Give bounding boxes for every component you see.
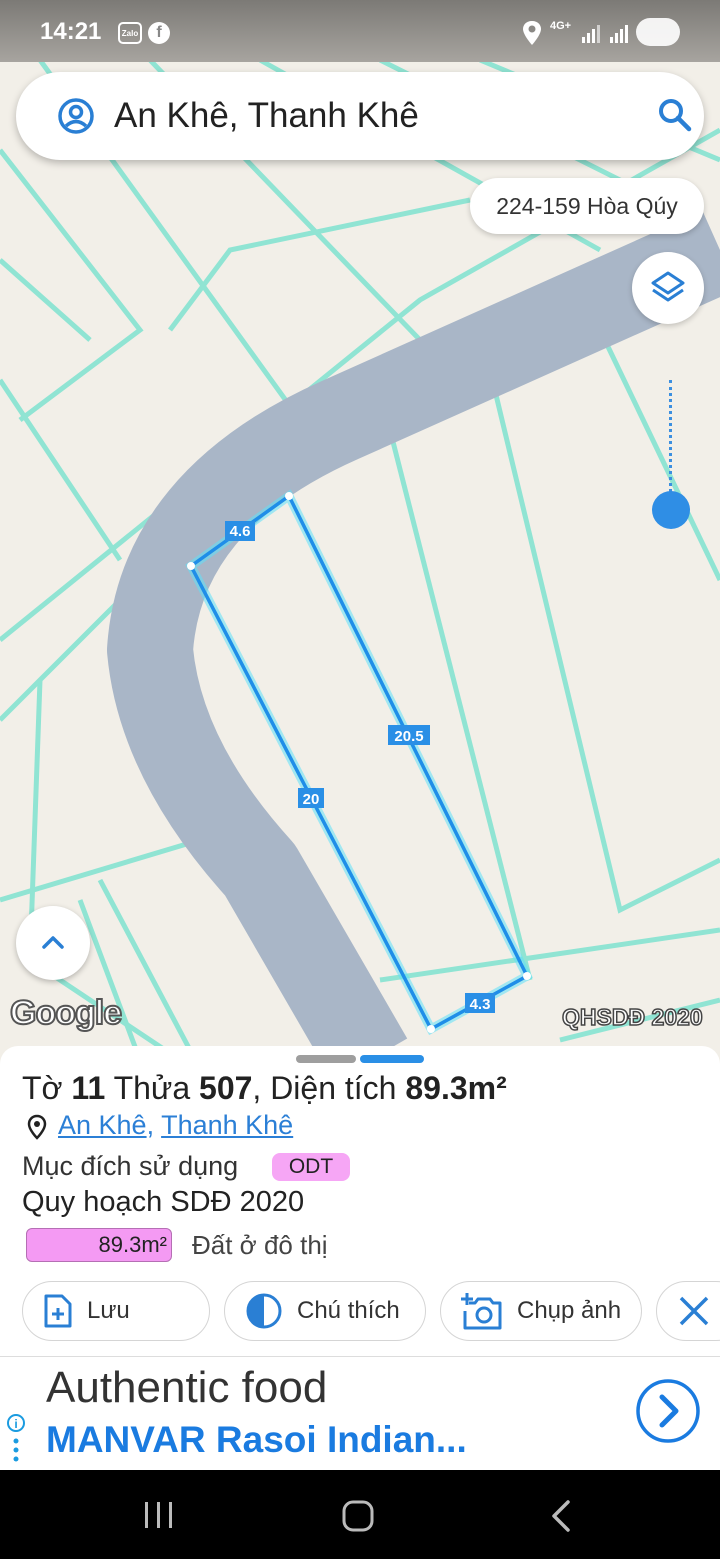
planning-land-type: Đất ở đô thị [192,1230,328,1260]
edge-label-top: 4.6 [230,523,251,540]
address-chip[interactable]: 224-159 Hòa Qúy [470,178,704,234]
parcel-number: 507 [199,1070,253,1106]
ad-info-icon[interactable]: i [6,1413,26,1465]
map-layer-label: QHSDĐ 2020 [561,1003,703,1031]
facebook-icon: f [148,22,170,44]
sheet-handle[interactable] [296,1055,356,1063]
svg-text:i: i [14,1417,17,1431]
ad-title[interactable]: Authentic food [46,1363,327,1413]
google-logo: Google [9,993,123,1033]
recent-apps-icon[interactable] [142,1500,176,1530]
account-icon[interactable] [56,96,96,136]
contrast-icon [246,1293,282,1329]
edge-label-bottom: 4.3 [470,996,491,1013]
battery-icon [636,18,680,46]
ward-link[interactable]: An Khê [58,1110,147,1140]
search-input[interactable]: An Khê, Thanh Khê [114,96,419,136]
zalo-icon: Zalo [118,22,142,44]
ad-arrow-icon[interactable] [636,1379,700,1443]
ad-subtitle[interactable]: MANVAR Rasoi Indian... [46,1419,467,1461]
network-type: 4G+ [550,20,572,32]
sheet-prefix: Tờ [22,1070,63,1106]
system-nav-bar [0,1470,720,1559]
status-time: 14:21 [40,18,102,45]
save-button[interactable]: Lưu [22,1281,210,1341]
parcel-area: 89.3m² [405,1070,507,1106]
parcel-title: Tờ 11 Thửa 507, Diện tích 89.3m² [22,1070,507,1107]
signal-icon-2 [610,25,628,43]
parcel-address: An Khê, Thanh Khê [58,1110,294,1140]
camera-add-icon [461,1293,502,1330]
measure-button[interactable] [656,1281,720,1341]
land-use-label: Mục đích sử dụng [22,1151,239,1181]
status-bar: 14:21 Zalo f 4G+ [0,0,720,62]
sheet-number: 11 [71,1070,106,1106]
area-prefix: , Diện tích [252,1070,397,1106]
legend-button[interactable]: Chú thích [224,1281,426,1341]
layers-button[interactable] [632,252,704,324]
chevron-up-icon [42,936,64,949]
save-label: Lưu [87,1297,130,1324]
layers-icon [651,271,685,302]
expand-up-button[interactable] [16,906,90,980]
planning-area-badge: 89.3m² [26,1228,172,1262]
home-icon[interactable] [340,1498,376,1534]
edge-label-right: 20.5 [394,728,423,745]
add-document-icon [44,1294,72,1328]
parcel-prefix: Thửa [113,1070,191,1106]
search-bar[interactable]: An Khê, Thanh Khê [16,72,704,160]
land-use-badge: ODT [272,1153,350,1181]
photo-label: Chụp ảnh [517,1297,622,1324]
signal-icon [582,25,600,43]
photo-button[interactable]: Chụp ảnh [440,1281,642,1341]
edge-label-left: 20 [303,791,320,808]
legend-label: Chú thích [297,1297,400,1324]
planning-label: Quy hoạch SDĐ 2020 [22,1186,305,1218]
district-link[interactable]: Thanh Khê [161,1110,293,1140]
ruler-icon [679,1296,709,1326]
back-icon[interactable] [548,1498,574,1534]
ad-banner[interactable]: Authentic food MANVAR Rasoi Indian... i [0,1356,720,1471]
location-pin-icon [27,1114,47,1140]
location-status-icon [523,21,541,45]
zoom-slider-handle[interactable] [652,491,690,529]
search-icon[interactable] [656,96,694,134]
sheet-handle-active[interactable] [360,1055,424,1063]
